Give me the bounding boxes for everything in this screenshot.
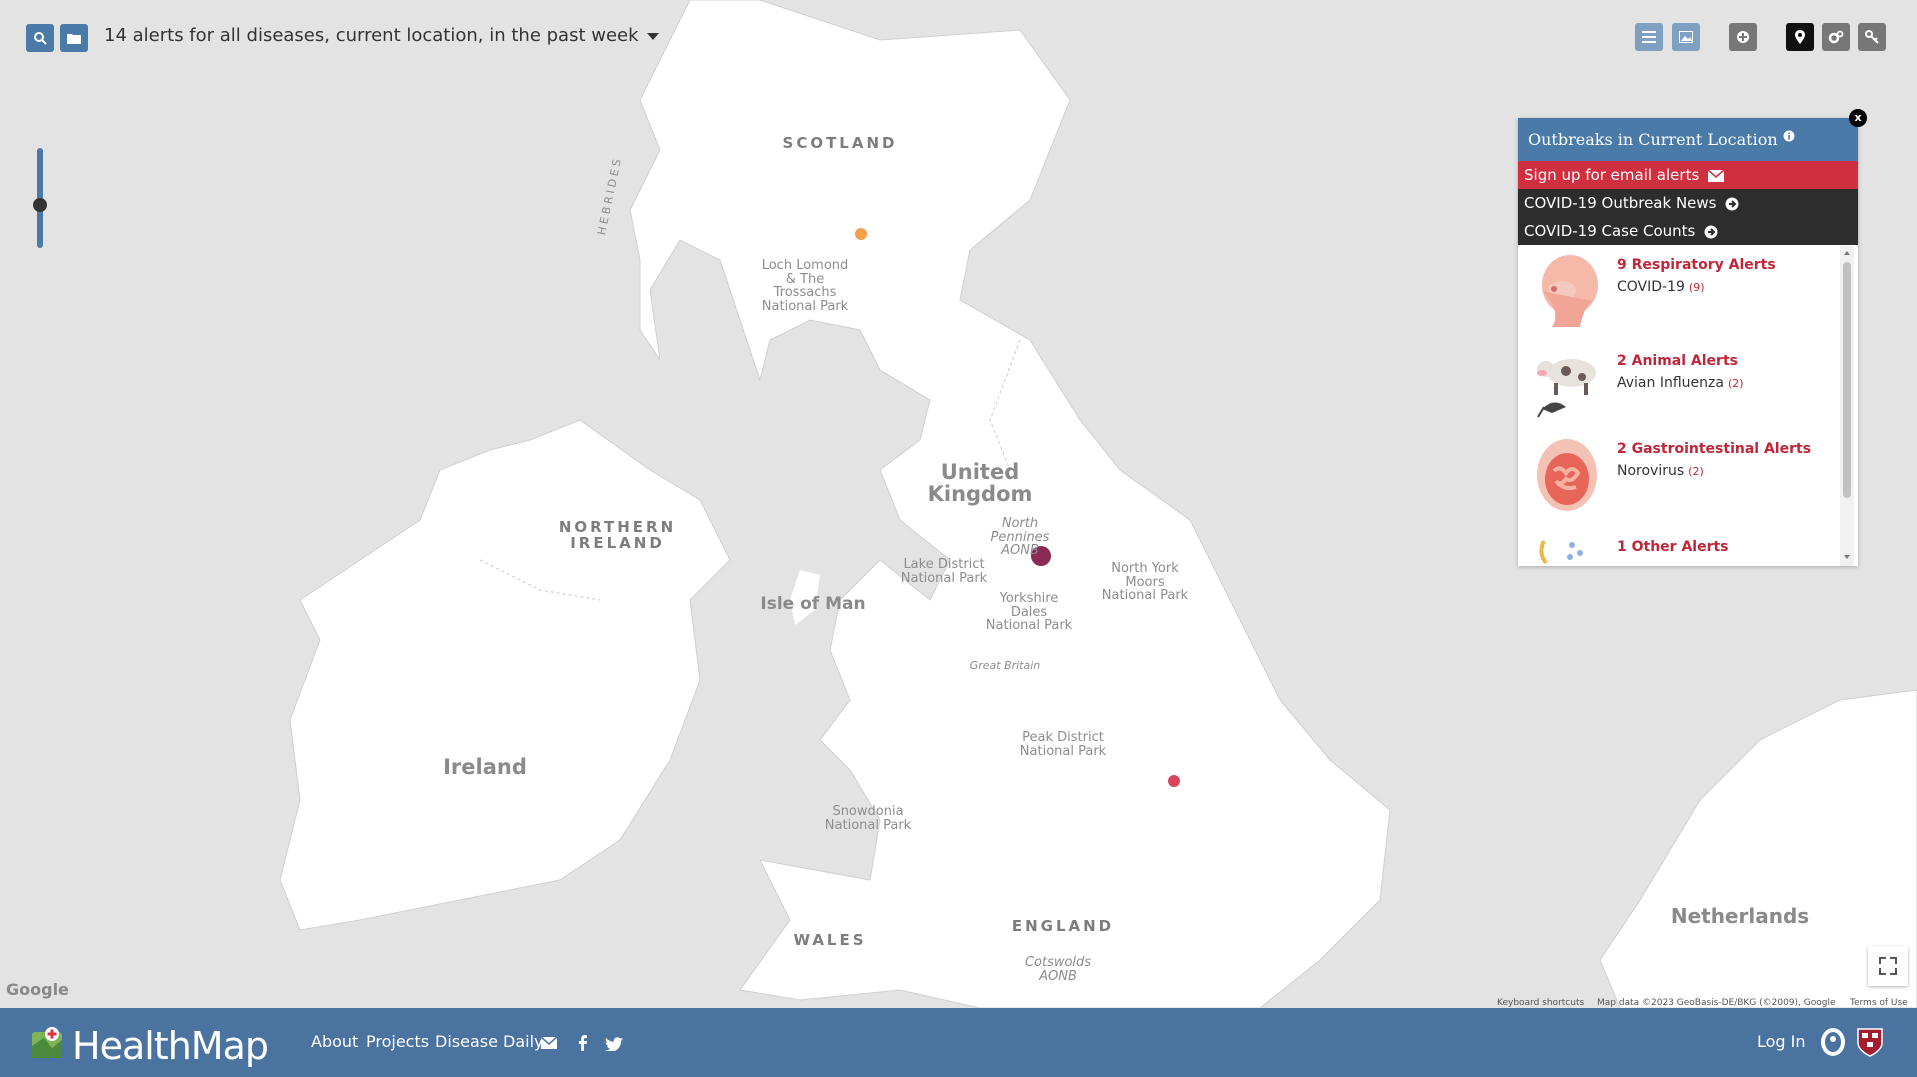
disease-name: Norovirus bbox=[1617, 463, 1685, 479]
alert-marker-red[interactable] bbox=[1168, 775, 1180, 787]
settings-button[interactable] bbox=[1822, 23, 1850, 51]
alert-category-list: 9 Respiratory Alerts COVID-19 (9) 2 Anima… bbox=[1518, 245, 1838, 566]
covid-counts-link[interactable]: COVID-19 Case Counts bbox=[1518, 217, 1858, 245]
map-marker-icon bbox=[1795, 30, 1805, 44]
email-alerts-label: Sign up for email alerts bbox=[1524, 166, 1700, 184]
alert-disease[interactable]: Avian Influenza (2) bbox=[1617, 375, 1744, 391]
info-icon[interactable] bbox=[1783, 130, 1795, 142]
key-button[interactable] bbox=[1858, 23, 1886, 51]
fullscreen-icon bbox=[1879, 957, 1897, 975]
respiratory-icon bbox=[1542, 255, 1598, 327]
alerts-summary-dropdown[interactable]: 14 alerts for all diseases, current loca… bbox=[104, 25, 659, 46]
login-link[interactable]: Log In bbox=[1757, 1032, 1806, 1051]
alert-title[interactable]: 2 Gastrointestinal Alerts bbox=[1617, 441, 1811, 457]
terms-of-use-link[interactable]: Terms of Use bbox=[1850, 998, 1908, 1008]
folder-button[interactable] bbox=[60, 24, 88, 52]
arrow-circle-right-icon bbox=[1704, 225, 1718, 238]
disease-count: (9) bbox=[1688, 281, 1705, 294]
other-icon bbox=[1539, 540, 1583, 565]
alert-title[interactable]: 2 Animal Alerts bbox=[1617, 353, 1738, 369]
alert-marker-orange[interactable] bbox=[855, 228, 867, 240]
disease-name: COVID-19 bbox=[1617, 279, 1685, 295]
alert-title[interactable]: 9 Respiratory Alerts bbox=[1617, 257, 1776, 273]
disease-count: (2) bbox=[1688, 465, 1704, 478]
footer-disease-daily-link[interactable]: Disease Daily bbox=[435, 1032, 544, 1051]
panel-header: Outbreaks in Current Location bbox=[1518, 118, 1858, 161]
gastrointestinal-icon bbox=[1537, 439, 1597, 511]
animal-icon bbox=[1537, 359, 1596, 418]
list-view-button[interactable] bbox=[1635, 23, 1663, 51]
keyboard-shortcuts-link[interactable]: Keyboard shortcuts bbox=[1497, 998, 1584, 1008]
alert-disease[interactable]: COVID-19 (9) bbox=[1617, 279, 1705, 295]
panel-scrollbar[interactable] bbox=[1840, 246, 1854, 566]
zoom-slider-handle[interactable] bbox=[33, 198, 47, 212]
covid-news-link[interactable]: COVID-19 Outbreak News bbox=[1518, 189, 1858, 217]
facebook-icon[interactable] bbox=[578, 1035, 588, 1051]
fullscreen-button[interactable] bbox=[1868, 946, 1908, 986]
scroll-down-icon[interactable] bbox=[1840, 552, 1854, 562]
alert-category-gastrointestinal[interactable]: 2 Gastrointestinal Alerts Norovirus (2) bbox=[1518, 429, 1838, 519]
twitter-icon[interactable] bbox=[605, 1037, 623, 1051]
disease-name: Avian Influenza bbox=[1617, 375, 1724, 391]
alert-category-animal[interactable]: 2 Animal Alerts Avian Influenza (2) bbox=[1518, 341, 1838, 431]
scroll-up-icon[interactable] bbox=[1840, 248, 1854, 258]
caret-down-icon bbox=[646, 32, 659, 40]
healthmap-logo-icon[interactable] bbox=[30, 1026, 66, 1062]
add-alert-button[interactable] bbox=[1729, 23, 1757, 51]
cogs-icon bbox=[1828, 30, 1844, 44]
disease-count: (2) bbox=[1727, 377, 1744, 390]
outbreaks-panel: Outbreaks in Current Location Sign up fo… bbox=[1518, 118, 1858, 566]
footer: HealthMap About Projects Disease Daily L… bbox=[0, 1008, 1917, 1077]
folder-icon bbox=[67, 34, 81, 44]
image-icon bbox=[1679, 31, 1693, 43]
alert-title[interactable]: 1 Other Alerts bbox=[1617, 539, 1729, 555]
footer-projects-link[interactable]: Projects bbox=[366, 1032, 429, 1051]
covid-counts-label: COVID-19 Case Counts bbox=[1524, 222, 1696, 240]
envelope-icon[interactable] bbox=[541, 1037, 557, 1049]
harvard-shield-icon[interactable] bbox=[1857, 1027, 1883, 1057]
covid-news-label: COVID-19 Outbreak News bbox=[1524, 194, 1717, 212]
location-button[interactable] bbox=[1786, 23, 1814, 51]
boston-childrens-logo-icon[interactable] bbox=[1820, 1027, 1846, 1057]
plus-circle-icon bbox=[1737, 31, 1749, 43]
alerts-summary-text: 14 alerts for all diseases, current loca… bbox=[104, 25, 639, 46]
key-icon bbox=[1865, 30, 1879, 44]
close-panel-button[interactable]: x bbox=[1849, 109, 1867, 127]
email-alerts-link[interactable]: Sign up for email alerts bbox=[1518, 161, 1858, 189]
alert-disease[interactable]: Norovirus (2) bbox=[1617, 463, 1704, 479]
alert-category-other[interactable]: 1 Other Alerts bbox=[1518, 527, 1838, 566]
search-button[interactable] bbox=[26, 24, 54, 52]
arrow-circle-right-icon bbox=[1725, 197, 1739, 210]
list-icon bbox=[1642, 31, 1656, 43]
map-data-attribution: Map data ©2023 GeoBasis-DE/BKG (©2009), … bbox=[1597, 998, 1836, 1008]
image-view-button[interactable] bbox=[1672, 23, 1700, 51]
alert-marker-purple[interactable] bbox=[1031, 546, 1051, 566]
scrollbar-thumb[interactable] bbox=[1843, 262, 1851, 498]
footer-about-link[interactable]: About bbox=[311, 1032, 358, 1051]
envelope-icon bbox=[1707, 168, 1725, 182]
search-icon bbox=[34, 32, 47, 45]
alert-category-respiratory[interactable]: 9 Respiratory Alerts COVID-19 (9) bbox=[1518, 245, 1838, 335]
panel-title: Outbreaks in Current Location bbox=[1528, 130, 1778, 149]
healthmap-logo-text[interactable]: HealthMap bbox=[72, 1024, 269, 1068]
